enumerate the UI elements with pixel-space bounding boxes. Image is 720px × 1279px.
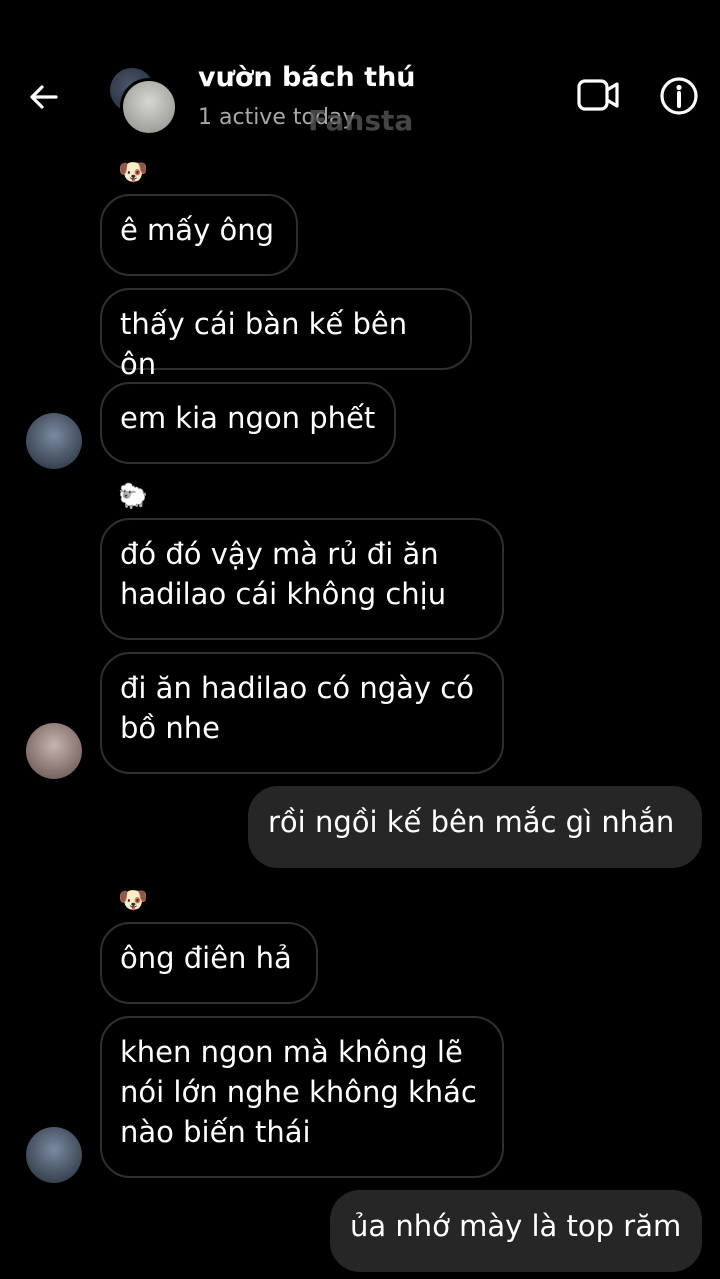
message-bubble[interactable]: rồi ngồi kế bên mắc gì nhắn: [248, 786, 702, 868]
watermark: Fansta: [308, 104, 414, 137]
chat-header: vườn bách thú 1 active today Fansta: [0, 0, 720, 150]
group-avatar[interactable]: [110, 68, 178, 136]
message-reaction: 🐑: [118, 482, 148, 510]
message-bubble[interactable]: thấy cái bàn kế bên ôn: [100, 288, 472, 381]
message-bubble[interactable]: ê mấy ông: [100, 194, 298, 276]
video-camera-icon[interactable]: [575, 72, 623, 120]
message-bubble[interactable]: em kia ngon phết: [100, 382, 396, 464]
message-reaction: 🐶: [118, 886, 148, 914]
info-icon[interactable]: [655, 72, 703, 120]
message-bubble[interactable]: ủa nhớ mày là top răm: [330, 1190, 702, 1272]
message-bubble[interactable]: đó đó vậy mà rủ đi ăn hadilao cái không …: [100, 518, 504, 640]
avatar[interactable]: [26, 723, 82, 779]
message-reaction: 🐶: [118, 158, 148, 186]
message-bubble[interactable]: đi ăn hadilao có ngày có bồ nhe: [100, 652, 504, 774]
avatar: [120, 78, 178, 136]
arrow-left-icon[interactable]: [22, 75, 66, 119]
message-bubble[interactable]: khen ngon mà không lẽ nói lớn nghe không…: [100, 1016, 504, 1178]
avatar[interactable]: [26, 1127, 82, 1183]
chat-title[interactable]: vườn bách thú: [198, 62, 416, 93]
message-bubble[interactable]: ông điên hả: [100, 922, 318, 1004]
avatar[interactable]: [26, 413, 82, 469]
